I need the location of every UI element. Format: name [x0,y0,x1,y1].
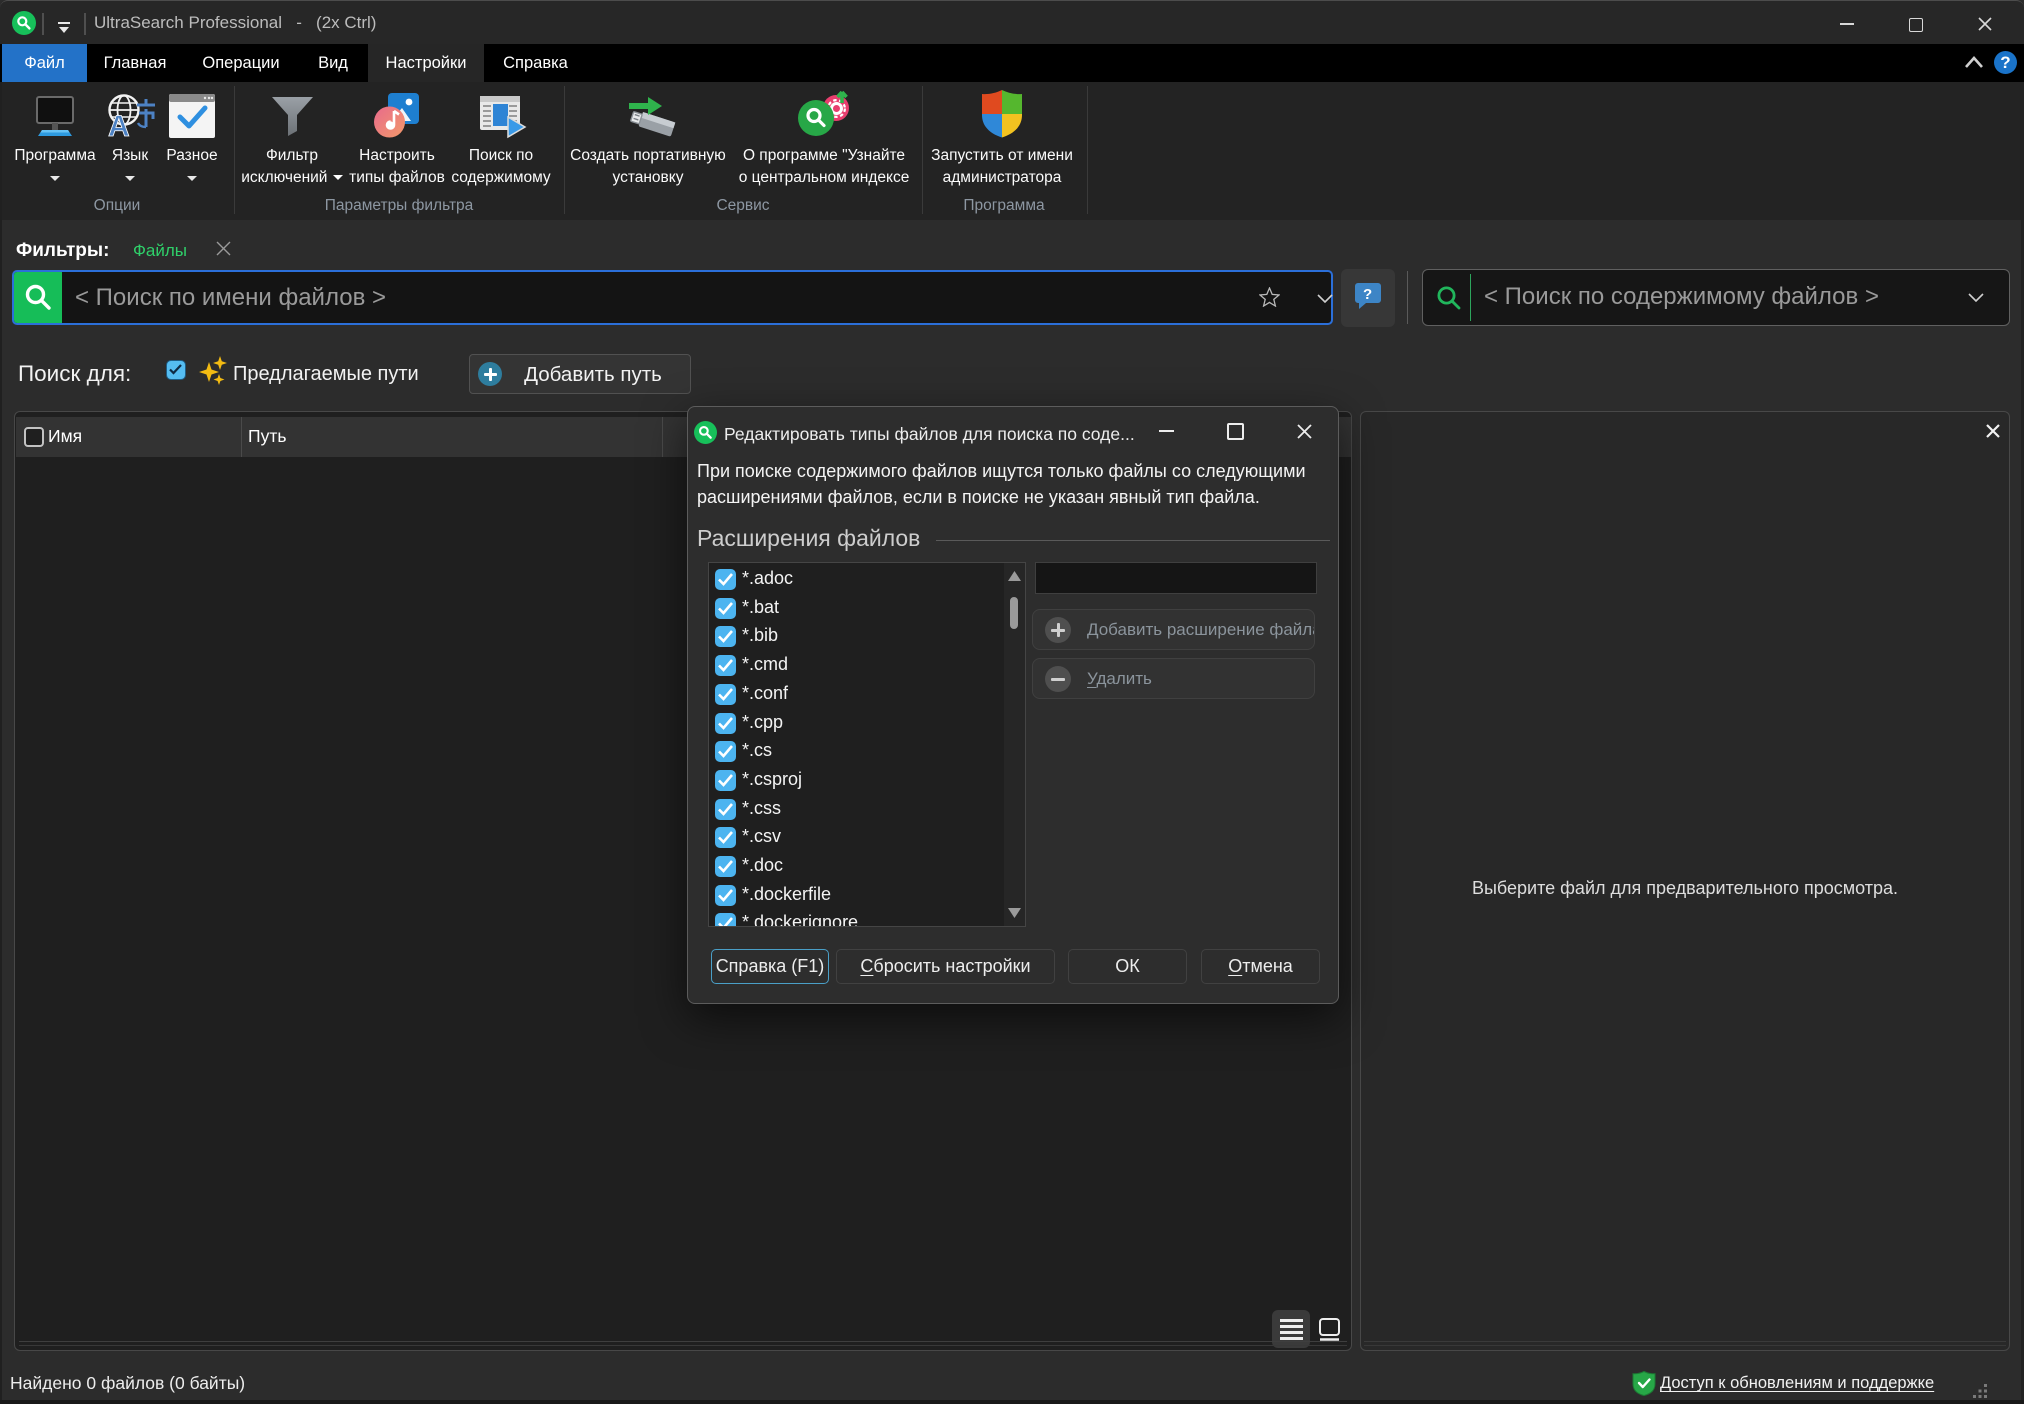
svg-text:?: ? [1363,286,1372,303]
svg-text:A: A [108,110,130,139]
